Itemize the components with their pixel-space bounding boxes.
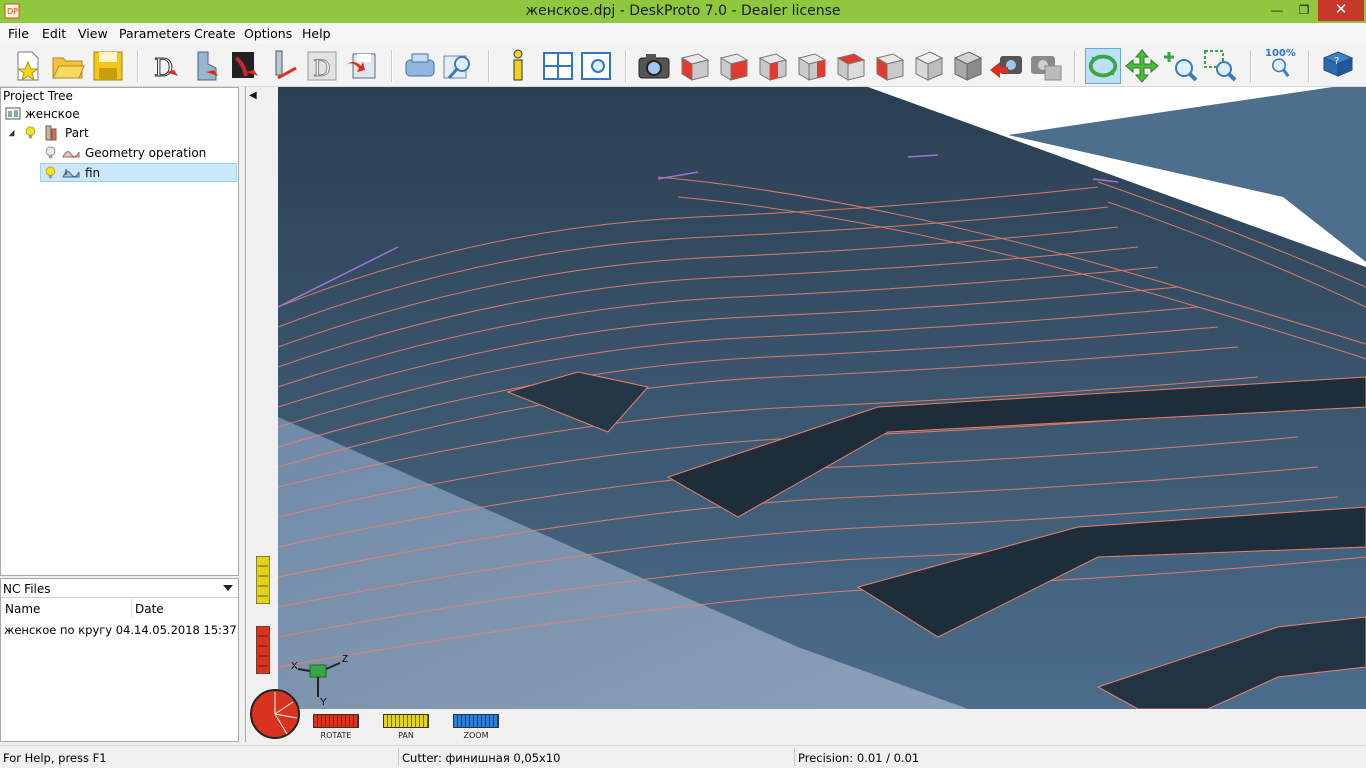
svg-text:?: ? [1334, 56, 1339, 67]
axis-label-z: Z [342, 654, 349, 665]
zoom-100-button[interactable]: 100% [1261, 48, 1297, 84]
menu-parameters[interactable]: Parameters [119, 26, 191, 41]
pan-thumbwheel-icon[interactable] [256, 556, 270, 604]
menu-bar: File Edit View Parameters Create Options… [0, 23, 1366, 44]
zoom-mode-button[interactable] [453, 714, 499, 728]
menu-help[interactable]: Help [302, 26, 331, 41]
rotate-thumbwheel-icon[interactable] [256, 626, 270, 674]
rotate-mode-icon[interactable] [1085, 48, 1121, 84]
zoom-mode-label: ZOOM [463, 731, 489, 740]
menu-options[interactable]: Options [244, 26, 292, 41]
tree-item-fin[interactable]: fin [85, 164, 100, 182]
preview-icon[interactable] [440, 48, 476, 84]
rotate-mode-label: ROTATE [320, 731, 352, 740]
visibility-bulb-on-icon[interactable] [45, 166, 56, 180]
nc-file-name[interactable]: женское по кругу 04... [4, 621, 141, 639]
tree-item-part[interactable]: Part [65, 124, 89, 142]
save-nc-icon[interactable] [343, 48, 379, 84]
tree-item-project[interactable]: женское [25, 105, 80, 123]
main-toolbar: D D 100% ? [0, 44, 1366, 87]
view-front-icon[interactable] [676, 48, 712, 84]
project-parameters-icon[interactable]: D [148, 48, 184, 84]
title-bar: DP женское.dpj - DeskProto 7.0 - Dealer … [0, 0, 1366, 23]
nc-column-name[interactable]: Name [5, 602, 40, 616]
visibility-bulb-off-icon[interactable] [45, 146, 56, 160]
zoom-in-mode-icon[interactable] [1163, 48, 1199, 84]
toolpath-operation-icon [62, 169, 80, 178]
view-iso-icon[interactable] [910, 48, 946, 84]
nc-files-title: NC Files [3, 582, 51, 596]
menu-edit[interactable]: Edit [42, 26, 66, 41]
save-icon[interactable] [90, 48, 126, 84]
pan-mode-label: PAN [398, 731, 414, 740]
collapse-arrow-icon[interactable] [8, 129, 16, 137]
geometry-operation-icon [62, 151, 80, 158]
status-cutter: Cutter: финишная 0,05x10 [402, 751, 561, 765]
help-book-icon[interactable]: ? [1320, 48, 1356, 84]
cutter-parameters-icon[interactable] [268, 48, 304, 84]
close-button[interactable]: ✕ [1318, 0, 1364, 21]
part-parameters-icon[interactable] [188, 48, 224, 84]
menu-create[interactable]: Create [194, 26, 236, 41]
project-icon [5, 107, 21, 120]
rotate-mode-button[interactable] [313, 714, 359, 728]
open-folder-icon[interactable] [50, 48, 86, 84]
nc-files-dropdown-icon[interactable] [223, 585, 233, 591]
zoom-fit-icon [1272, 58, 1290, 78]
visibility-bulb-icon[interactable] [25, 126, 36, 140]
project-tree-title: Project Tree [3, 89, 73, 103]
window-title: женское.dpj - DeskProto 7.0 - Dealer lic… [525, 3, 841, 19]
view-bottom-icon[interactable] [871, 48, 907, 84]
menu-file[interactable]: File [8, 26, 29, 41]
view-left-icon[interactable] [754, 48, 790, 84]
svg-text:D: D [154, 54, 173, 82]
dealer-d-icon[interactable]: D [304, 48, 340, 84]
camera-icon[interactable] [636, 48, 672, 84]
part-icon [45, 125, 57, 141]
operation-parameters-icon[interactable] [228, 48, 264, 84]
status-bar: For Help, press F1 Cutter: финишная 0,05… [0, 745, 1366, 768]
nc-column-date[interactable]: Date [135, 602, 164, 616]
axis-label-x: X [291, 661, 298, 672]
axis-label-y: Y [320, 697, 327, 708]
pan-mode-icon[interactable] [1124, 48, 1160, 84]
model-3d-view[interactable] [278, 87, 1366, 709]
status-help: For Help, press F1 [3, 751, 107, 765]
layout-icon[interactable] [540, 48, 576, 84]
new-project-icon[interactable] [10, 48, 46, 84]
send-to-machine-icon[interactable] [402, 48, 438, 84]
nc-file-date[interactable]: 14.05.2018 15:37 [134, 621, 237, 639]
maximize-button[interactable]: ❐ [1289, 0, 1319, 21]
view-shaded-icon[interactable] [949, 48, 985, 84]
previous-view-icon[interactable] [988, 48, 1024, 84]
next-view-icon[interactable] [1027, 48, 1063, 84]
view-settings-icon[interactable] [578, 48, 614, 84]
svg-text:D: D [313, 57, 331, 82]
view-top-icon[interactable] [832, 48, 868, 84]
zoom-window-icon[interactable] [1202, 48, 1238, 84]
minimize-button[interactable]: — [1262, 0, 1292, 21]
pan-mode-button[interactable] [383, 714, 429, 728]
view-back-icon[interactable] [715, 48, 751, 84]
info-icon[interactable] [500, 48, 536, 84]
menu-view[interactable]: View [78, 26, 108, 41]
tree-item-geometry-operation[interactable]: Geometry operation [85, 144, 206, 162]
status-precision: Precision: 0.01 / 0.01 [798, 751, 920, 765]
view-right-icon[interactable] [793, 48, 829, 84]
panel-collapse-toggle[interactable]: ◀ [249, 90, 257, 101]
